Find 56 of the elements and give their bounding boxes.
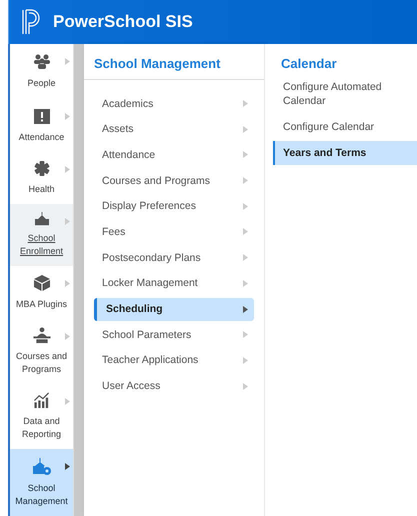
menu-item[interactable]: Assets — [94, 118, 254, 141]
caret-icon — [243, 228, 248, 236]
menu-item[interactable]: Teacher Applications — [94, 348, 254, 372]
school-gear-icon — [32, 458, 52, 476]
caret-icon — [243, 254, 248, 262]
menu-item[interactable]: Scheduling — [94, 298, 254, 320]
nav-label: School Enrollment — [18, 232, 64, 258]
caret-icon — [65, 280, 70, 287]
nav-label: School Management — [14, 482, 69, 508]
caret-icon — [65, 333, 70, 340]
menu-title: School Management — [84, 44, 264, 80]
caret-icon — [243, 202, 248, 210]
menu-item[interactable]: Courses and Programs — [94, 169, 254, 192]
submenu-item[interactable]: Configure Calendar — [273, 115, 417, 139]
menu-item[interactable]: User Access — [94, 374, 254, 398]
scrollbar[interactable] — [73, 44, 84, 516]
menu-item[interactable]: Academics — [94, 92, 254, 115]
medical-icon — [32, 160, 52, 177]
caret-icon — [65, 398, 70, 405]
caret-icon — [243, 100, 248, 107]
caret-icon — [65, 58, 70, 65]
menu-item[interactable]: School Parameters — [94, 323, 254, 346]
caret-icon — [243, 382, 248, 390]
nav-label: Courses and Programs — [14, 350, 68, 376]
submenu-item[interactable]: Configure Automated Calendar — [273, 75, 417, 113]
submenu-title: Calendar — [280, 55, 338, 73]
nav-label: Attendance — [18, 131, 66, 144]
people-icon — [32, 53, 52, 71]
nav-item[interactable]: School Enrollment — [10, 204, 73, 266]
bar-chart-icon — [32, 392, 52, 409]
nav-label: People — [26, 77, 57, 90]
calendar-alert-icon — [32, 107, 52, 125]
caret-icon — [65, 166, 70, 173]
menu-item[interactable]: Fees — [94, 220, 254, 244]
caret-icon — [243, 280, 248, 287]
nav-label: Data and Reporting — [20, 415, 62, 441]
menu-item[interactable]: Postsecondary Plans — [94, 246, 254, 270]
submenu-item[interactable]: Years and Terms — [273, 141, 417, 165]
nav-label: Health — [27, 183, 56, 196]
caret-icon — [243, 331, 248, 338]
menu-item[interactable]: Display Preferences — [94, 194, 254, 218]
caret-icon — [65, 463, 70, 470]
caret-icon — [243, 151, 248, 158]
nav-label: MBA Plugins — [14, 298, 68, 311]
presenter-icon — [32, 327, 52, 344]
caret-icon — [243, 356, 248, 364]
menu-item[interactable]: Locker Management — [94, 272, 254, 295]
app-title: PowerSchool SIS — [53, 12, 193, 32]
caret-icon — [243, 126, 248, 133]
caret-icon — [243, 177, 248, 184]
caret-icon — [65, 218, 70, 225]
cube-icon — [32, 274, 52, 292]
nav-item[interactable]: School Management — [10, 449, 73, 516]
caret-icon — [243, 306, 248, 312]
caret-icon — [65, 113, 70, 120]
menu-item[interactable]: Attendance — [94, 143, 254, 166]
